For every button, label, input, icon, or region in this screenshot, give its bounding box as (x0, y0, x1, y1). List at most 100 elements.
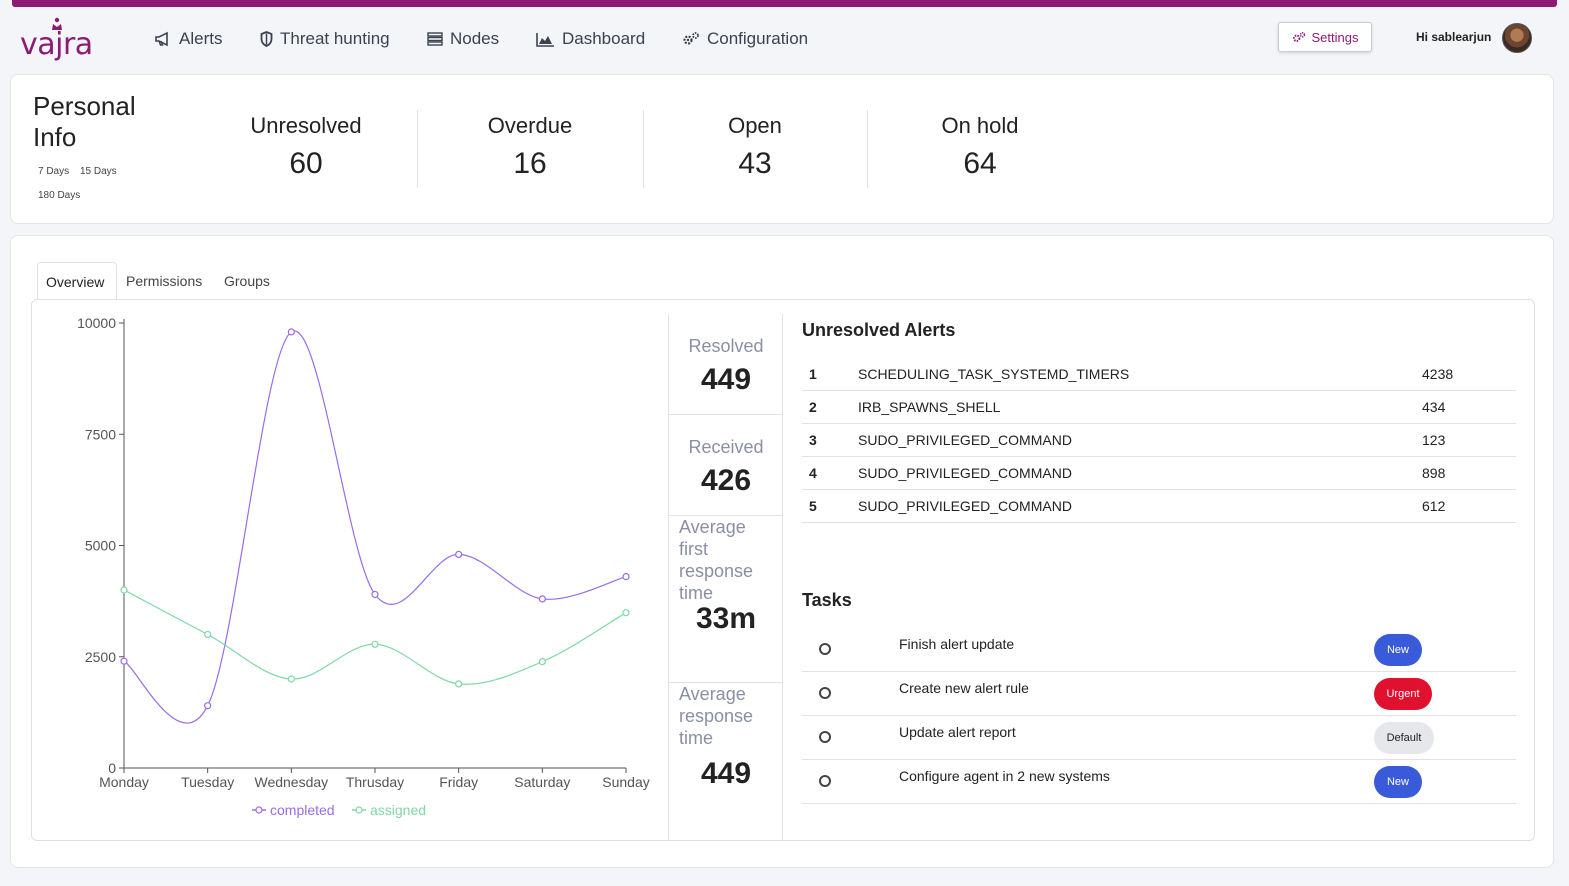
table-row[interactable]: 5 SUDO_PRIVILEGED_COMMAND 612 (802, 490, 1516, 523)
y-tick-label: 5000 (85, 538, 116, 554)
y-tick-label: 7500 (85, 426, 116, 442)
stat-overdue: Overdue 16 (420, 113, 640, 181)
nav-nodes-label: Nodes (450, 29, 500, 48)
alert-count: 898 (1422, 465, 1446, 481)
metric-value: 33m (695, 602, 757, 635)
divider (417, 110, 418, 188)
table-row[interactable]: 3 SUDO_PRIVILEGED_COMMAND 123 (802, 424, 1516, 457)
data-point-assigned (371, 640, 379, 648)
table-row[interactable]: 4 SUDO_PRIVILEGED_COMMAND 898 (802, 457, 1516, 490)
series-line-completed (123, 330, 627, 724)
task-item: Configure agent in 2 new systems New (802, 760, 1516, 804)
tab-groups[interactable]: Groups (216, 262, 278, 300)
task-item: Finish alert update New (802, 628, 1516, 672)
shield-icon (260, 31, 273, 47)
metric-label: Received (688, 437, 764, 457)
top-accent-bar (12, 0, 1557, 7)
x-tick-label: Friday (439, 774, 478, 790)
data-point-assigned (455, 680, 463, 688)
data-point-assigned (287, 675, 295, 683)
data-point-assigned (120, 586, 128, 594)
range-7-days[interactable]: 7 Days (38, 166, 69, 177)
row-number: 2 (809, 399, 817, 415)
range-15-days[interactable]: 15 Days (80, 166, 117, 177)
nav-configuration-label: Configuration (707, 29, 809, 48)
task-text: Update alert report (899, 724, 1016, 740)
nav-dashboard[interactable]: Dashboard (536, 27, 645, 51)
tab-permissions[interactable]: Permissions (118, 262, 210, 300)
task-radio[interactable] (819, 643, 831, 655)
settings-button[interactable]: Settings (1278, 22, 1372, 52)
stat-value: 64 (963, 147, 997, 180)
line-chart: 025005000750010000Monday Tuesday Wednesday… (77, 315, 650, 818)
nav-nodes[interactable]: Nodes (427, 27, 499, 51)
task-radio[interactable] (819, 687, 831, 699)
server-icon (427, 32, 443, 46)
nav-configuration[interactable]: Configuration (682, 27, 808, 51)
cogs-icon (683, 32, 699, 45)
stat-value: 60 (289, 147, 323, 180)
nav-alerts[interactable]: Alerts (154, 27, 222, 51)
legend-marker-icon (255, 806, 263, 814)
x-tick-label: Wednesday (254, 774, 328, 790)
nav-alerts-label: Alerts (179, 29, 223, 48)
row-number: 4 (809, 465, 817, 481)
avatar[interactable] (1502, 23, 1532, 53)
x-tick-label: Monday (99, 774, 149, 790)
metric-value: 449 (700, 363, 752, 396)
metric-value: 426 (700, 464, 752, 497)
stat-label: Open (728, 113, 782, 138)
data-point-assigned (622, 609, 630, 617)
personal-info-card: Personal Info 7 Days 15 Days 180 Days Un… (10, 74, 1554, 224)
alert-name: SUDO_PRIVILEGED_COMMAND (858, 465, 1072, 481)
metric-received: Received 426 (669, 415, 783, 516)
divider (643, 110, 644, 188)
alert-name: SUDO_PRIVILEGED_COMMAND (858, 498, 1072, 514)
stat-open: Open 43 (645, 113, 865, 181)
nav-dashboard-label: Dashboard (562, 29, 646, 48)
table-row[interactable]: 1 SCHEDULING_TASK_SYSTEMD_TIMERS 4238 (802, 358, 1516, 391)
task-text: Configure agent in 2 new systems (899, 768, 1110, 784)
area-chart-icon (536, 32, 554, 47)
data-point-completed (287, 328, 295, 336)
y-tick-label: 2500 (85, 649, 116, 665)
vajra-logo[interactable]: vajra (20, 15, 100, 62)
data-point-completed (622, 573, 630, 581)
task-item: Update alert report Default (802, 716, 1516, 760)
x-tick-label: Thrusday (346, 774, 404, 790)
task-radio[interactable] (819, 775, 831, 787)
tab-overview[interactable]: Overview (37, 262, 117, 300)
nav-threat-hunting[interactable]: Threat hunting (260, 27, 390, 51)
status-badge: Urgent (1374, 678, 1432, 710)
personal-info-title: Personal Info (33, 91, 136, 152)
alerts-tasks-column: Unresolved Alerts 1 SCHEDULING_TASK_SYST… (802, 300, 1522, 840)
settings-label: Settings (1311, 29, 1359, 45)
metric-label: Resolved (688, 336, 764, 356)
divider (867, 110, 868, 188)
x-tick-label: Saturday (514, 774, 570, 790)
settings-cogs-icon (1292, 31, 1305, 42)
stat-unresolved: Unresolved 60 (196, 113, 416, 181)
task-radio[interactable] (819, 731, 831, 743)
range-180-days[interactable]: 180 Days (38, 190, 80, 201)
metric-value: 449 (700, 757, 752, 790)
data-point-completed (120, 657, 128, 665)
logo-text: vajra (20, 27, 93, 62)
metrics-column: Resolved 449 Received 426 Average first … (668, 314, 783, 840)
alert-count: 434 (1422, 399, 1446, 415)
stat-value: 43 (738, 147, 772, 180)
status-badge: Default (1374, 722, 1434, 754)
legend-marker-icon (355, 806, 363, 814)
row-number: 5 (809, 498, 817, 514)
data-point-assigned (538, 658, 546, 666)
nav-threat-hunting-label: Threat hunting (280, 29, 390, 48)
legend-label: assigned (370, 802, 426, 818)
table-row[interactable]: 2 IRB_SPAWNS_SHELL 434 (802, 391, 1516, 424)
data-point-assigned (204, 630, 212, 639)
status-badge: New (1374, 634, 1422, 666)
stat-value: 16 (513, 147, 547, 180)
alert-count: 4238 (1422, 366, 1454, 382)
top-navigation: vajra Alerts Threat hunting Nodes Dashbo… (0, 7, 1569, 69)
task-text: Finish alert update (899, 636, 1015, 652)
status-badge: New (1374, 766, 1422, 798)
